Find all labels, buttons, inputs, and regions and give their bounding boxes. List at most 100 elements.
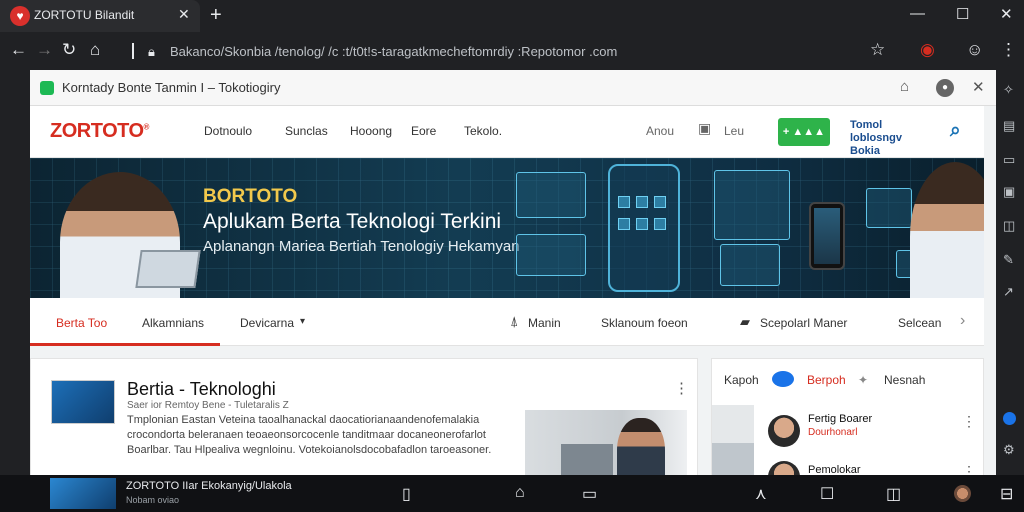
close-window-button[interactable]: ✕ xyxy=(1000,5,1013,23)
more-options-icon[interactable]: ⋮ xyxy=(962,463,976,475)
hero-brand: BORTOTO xyxy=(203,186,298,207)
chat-bubble-icon xyxy=(772,371,794,387)
window-preview-thumbnail[interactable] xyxy=(50,478,116,509)
taskbar-book-icon[interactable]: ▯ xyxy=(402,484,411,504)
taskbar-apps-icon[interactable]: ⊟ xyxy=(1000,484,1013,504)
ui-panel-illustration xyxy=(720,244,780,286)
nav-item-5[interactable]: Tekolo. xyxy=(464,124,502,138)
taskbar-tools-icon[interactable]: ⋏ xyxy=(755,484,767,504)
avatar[interactable] xyxy=(768,461,800,475)
more-options-icon[interactable]: ⋮ xyxy=(674,379,689,397)
hero-subtitle: Aplanangn Mariea Bertiah Tenologiy Hekam… xyxy=(203,238,520,255)
article-title[interactable]: Bertia - Teknologhi xyxy=(127,379,276,400)
taskbar-overview-icon[interactable]: ◫ xyxy=(886,484,901,504)
close-inner-icon[interactable]: ✕ xyxy=(972,78,985,96)
article-meta: Saer ior Remtoy Bene - Tuletaralis Z xyxy=(127,400,289,411)
tab-devicarna[interactable]: Devicarna xyxy=(240,316,294,330)
laptop-image xyxy=(561,444,613,475)
download-button[interactable]: + ▲▲▲ xyxy=(778,118,830,146)
nav-item-4[interactable]: Eore xyxy=(411,124,436,138)
rail-reading-icon[interactable]: ▭ xyxy=(1003,152,1015,168)
more-options-icon[interactable]: ⋮ xyxy=(962,413,976,430)
taskbar-home-icon[interactable]: ⌂ xyxy=(515,484,525,502)
person-icon[interactable]: ⍋ xyxy=(510,313,518,330)
rail-notification-icon[interactable] xyxy=(1003,412,1016,425)
nav-item-3[interactable]: Hooong xyxy=(350,124,392,138)
taskbar-screen-icon[interactable]: ▭ xyxy=(582,484,597,504)
calendar-icon[interactable]: ▣ xyxy=(698,120,711,137)
side-tab-nesnah[interactable]: Nesnah xyxy=(884,373,925,387)
site-favicon-icon xyxy=(40,81,54,95)
back-icon[interactable]: ← xyxy=(10,40,27,60)
lock-icon[interactable]: 🔒︎ xyxy=(148,42,155,62)
site-logo[interactable]: ZORTOTO® xyxy=(50,120,149,143)
language-link[interactable]: Leu xyxy=(724,124,744,138)
forward-icon[interactable]: → xyxy=(36,40,53,60)
search-icon[interactable]: ⌕ xyxy=(950,120,961,142)
inner-tab-header: Korntady Bonte Tanmin I – Tokotiogiry ⌂ … xyxy=(30,70,996,106)
browser-side-panel: ✧ ▤ ▭ ▣ ◫ ✎ ↗ ⚙ xyxy=(996,70,1024,475)
rail-expand-icon[interactable]: ↗ xyxy=(1003,284,1014,300)
sidebar-item-sub: Dourhonarl xyxy=(808,427,858,438)
man-image xyxy=(617,418,665,475)
chevron-down-icon[interactable]: ▾ xyxy=(300,316,305,327)
tab-sklanoum-foeon[interactable]: Sklanoum foeon xyxy=(601,316,688,330)
reload-icon[interactable]: ↻ xyxy=(62,40,76,60)
side-tab-kapoh[interactable]: Kapoh xyxy=(724,373,759,387)
app-link[interactable]: Tomol loblosngv Bokia xyxy=(850,119,934,158)
active-tab-indicator xyxy=(30,343,220,346)
close-tab-icon[interactable]: ✕ xyxy=(178,6,190,23)
nav-item-2[interactable]: Sunclas xyxy=(285,124,328,138)
browser-tab[interactable]: ♥ ZORTOTU Bilandit ✕ xyxy=(0,0,200,32)
ui-panel-illustration xyxy=(714,170,790,240)
tablet-image xyxy=(135,250,201,288)
article-thumbnail[interactable] xyxy=(51,380,115,424)
tab-selcean[interactable]: Selcean xyxy=(898,316,941,330)
rail-history-icon[interactable]: ▤ xyxy=(1003,118,1015,134)
tab-manin[interactable]: Manin xyxy=(528,316,561,330)
brand-logo-icon: ♥ xyxy=(10,6,30,26)
new-tab-button[interactable]: + xyxy=(210,4,222,26)
article-photo[interactable] xyxy=(525,410,687,475)
maximize-button[interactable]: ☐ xyxy=(956,5,969,23)
tab-alkamnians[interactable]: Alkamnians xyxy=(142,316,204,330)
bookmark-star-icon[interactable]: ☆ xyxy=(870,40,885,60)
extension-icon[interactable]: ◉ xyxy=(920,40,935,60)
article-excerpt: Tmplonian Eastan Veteina taoalhanackal d… xyxy=(127,414,492,456)
rail-tabs-icon[interactable]: ▣ xyxy=(1003,184,1015,200)
taskbar-avatar[interactable] xyxy=(954,485,971,502)
taskbar-window-icon[interactable]: ☐ xyxy=(820,484,834,504)
side-tab-berpoh[interactable]: Berpoh xyxy=(807,373,846,387)
rail-edit-icon[interactable]: ✎ xyxy=(1003,252,1014,268)
tab-title: ZORTOTU Bilandit xyxy=(34,8,135,22)
menu-icon[interactable]: ⋮ xyxy=(1000,40,1017,60)
taskbar-window-title[interactable]: ZORTOTO IIar Ekokanyig/Ulakola xyxy=(126,480,292,492)
sidebar-item-name[interactable]: Pemolokar xyxy=(808,464,861,475)
chevron-right-icon[interactable]: › xyxy=(960,312,965,330)
home-page-icon[interactable]: ⌂ xyxy=(900,78,909,95)
tab-scepolarl-maner[interactable]: Scepolarl Maner xyxy=(760,316,847,330)
browser-toolbar: ← → ↻ ⌂ 🔒︎ Bakanco/Skonbia /tenolog/ /c … xyxy=(0,32,1024,70)
site-header: ZORTOTO® Dotnoulo Sunclas Hooong Eore Te… xyxy=(30,106,984,158)
rail-settings-icon[interactable]: ⚙ xyxy=(1003,442,1015,458)
tab-berta-too[interactable]: Berta Too xyxy=(56,316,107,330)
inner-tab-title: Korntady Bonte Tanmin I – Tokotiogiry xyxy=(62,80,281,95)
minimize-button[interactable]: — xyxy=(910,5,925,22)
sidebar-item-name[interactable]: Fertig Boarer xyxy=(808,413,872,425)
home-icon[interactable]: ⌂ xyxy=(90,40,100,60)
article-card[interactable]: Bertia - Teknologhi Saer ior Remtoy Bene… xyxy=(30,358,698,475)
profile-icon[interactable]: ☺ xyxy=(966,40,983,60)
account-icon[interactable]: ● xyxy=(936,79,954,97)
phone-illustration xyxy=(608,164,680,292)
taskbar: ZORTOTO IIar Ekokanyig/Ulakola Nobam ovi… xyxy=(0,475,1024,512)
folder-icon[interactable]: ▰ xyxy=(740,314,750,330)
sidebar-office-image[interactable] xyxy=(712,405,754,475)
nav-item-1[interactable]: Dotnoulo xyxy=(204,124,252,138)
about-link[interactable]: Anou xyxy=(646,124,674,138)
rail-sparkle-icon[interactable]: ✧ xyxy=(1003,82,1014,98)
address-bar-caret xyxy=(132,43,134,59)
ui-panel-illustration xyxy=(516,234,586,276)
rail-collections-icon[interactable]: ◫ xyxy=(1003,218,1015,234)
avatar[interactable] xyxy=(768,415,800,447)
address-bar[interactable]: Bakanco/Skonbia /tenolog/ /c :t/t0t!s-ta… xyxy=(170,44,617,59)
